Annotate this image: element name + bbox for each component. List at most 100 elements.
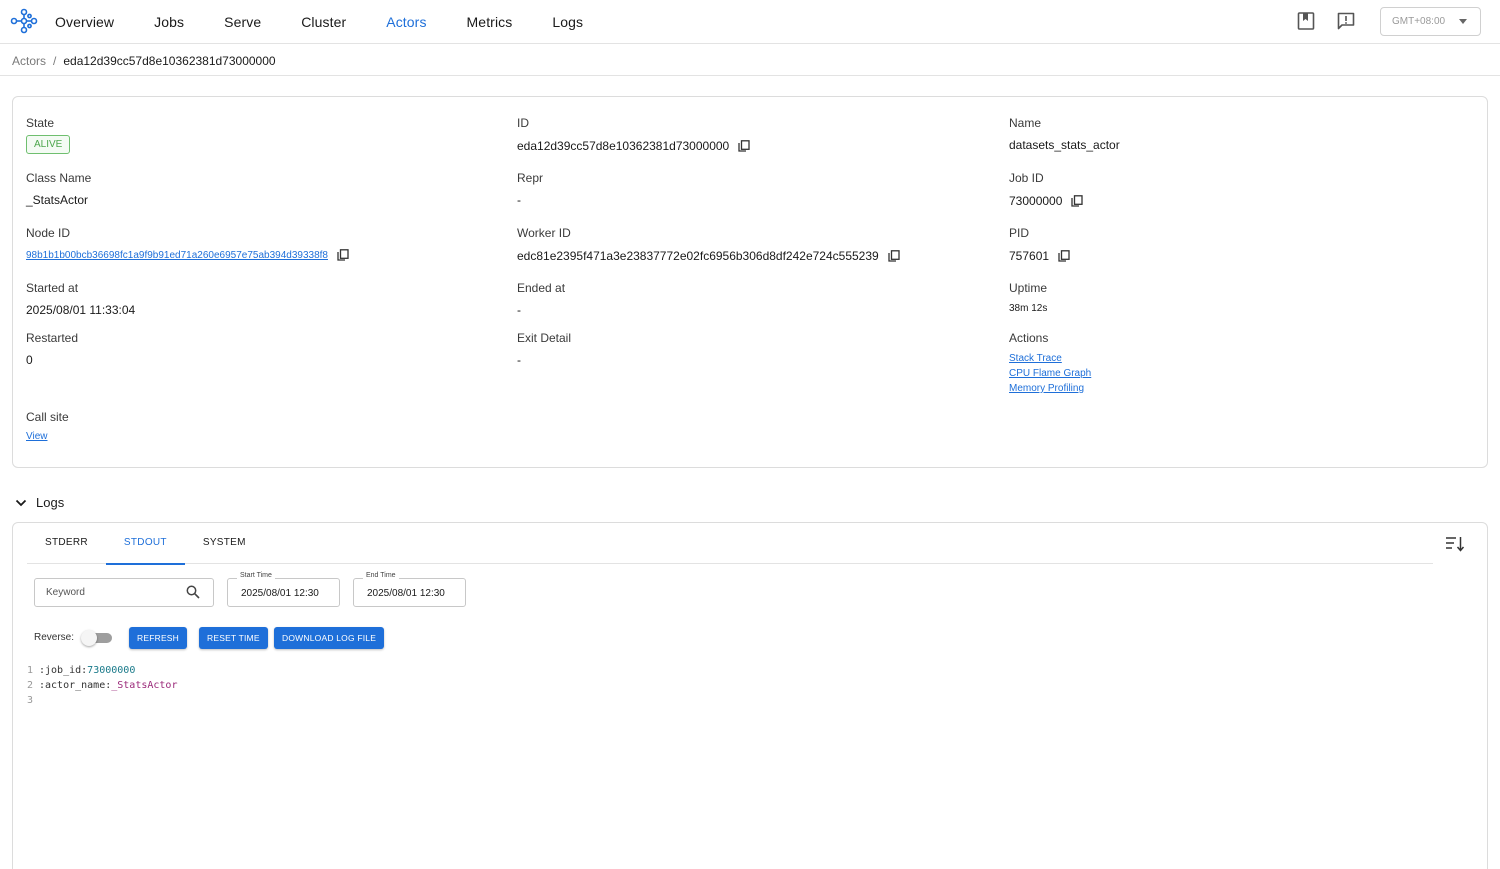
callsite-view-link[interactable]: View [26, 431, 48, 442]
name-value: datasets_stats_actor [1009, 138, 1120, 152]
reverse-label: Reverse: [34, 632, 75, 643]
worker-id-value: edc81e2395f471a3e23837772e02fc6956b306d8… [517, 249, 879, 263]
job-id-value: 73000000 [1009, 194, 1063, 208]
worker-id-value-wrap: edc81e2395f471a3e23837772e02fc6956b306d8… [517, 249, 900, 263]
breadcrumb-current: eda12d39cc57d8e10362381d73000000 [63, 54, 276, 68]
log-key: :actor_name: [39, 680, 112, 691]
logs-section-toggle[interactable]: Logs [14, 495, 64, 510]
state-label: State [26, 116, 55, 130]
pid-value-wrap: 757601 [1009, 249, 1070, 263]
refresh-button[interactable]: REFRESH [129, 627, 188, 649]
download-log-button[interactable]: DOWNLOAD LOG FILE [274, 627, 385, 649]
restarted-field: Restarted 0 [26, 331, 78, 367]
exit-detail-field: Exit Detail - [517, 331, 571, 367]
callsite-field: Call site View [26, 410, 69, 442]
nav-actors[interactable]: Actors [386, 14, 426, 30]
node-id-link[interactable]: 98b1b1b00bcb36698fc1a9f9b91ed71a260e6957… [26, 250, 328, 261]
id-field: ID eda12d39cc57d8e10362381d73000000 [517, 116, 750, 153]
log-output: 1 :job_id: 73000000 2 :actor_name: _Stat… [27, 663, 177, 708]
main-nav: Overview Jobs Serve Cluster Actors Metri… [55, 0, 623, 44]
log-line: 3 [27, 693, 177, 708]
line-number: 3 [27, 695, 34, 706]
callsite-value-wrap: View [26, 431, 69, 442]
ended-value: - [517, 303, 521, 317]
start-time-field[interactable]: Start Time 2025/08/01 12:30 [227, 572, 340, 607]
uptime-field: Uptime 38m 12s [1009, 281, 1047, 314]
tab-stdout[interactable]: STDOUT [105, 523, 185, 565]
id-label: ID [517, 116, 529, 130]
exit-detail-value: - [517, 353, 521, 367]
node-id-label: Node ID [26, 226, 71, 240]
restarted-value: 0 [26, 353, 33, 367]
node-id-value-wrap: 98b1b1b00bcb36698fc1a9f9b91ed71a260e6957… [26, 249, 349, 261]
chevron-down-icon [15, 499, 27, 506]
uptime-value: 38m 12s [1009, 303, 1048, 314]
start-time-value: 2025/08/01 12:30 [241, 588, 319, 599]
reset-time-button[interactable]: RESET TIME [199, 627, 268, 649]
log-value: 73000000 [87, 665, 136, 676]
cpu-flame-graph-link[interactable]: CPU Flame Graph [1009, 366, 1091, 381]
search-icon[interactable] [186, 585, 200, 599]
log-value: _StatsActor [111, 680, 178, 691]
logs-card: STDERR STDOUT SYSTEM Start Time 2025/08/… [12, 522, 1488, 869]
stack-trace-link[interactable]: Stack Trace [1009, 351, 1091, 366]
pid-label: PID [1009, 226, 1030, 240]
node-id-field: Node ID 98b1b1b00bcb36698fc1a9f9b91ed71a… [26, 226, 349, 261]
class-label: Class Name [26, 171, 92, 185]
worker-id-label: Worker ID [517, 226, 571, 240]
nav-cluster[interactable]: Cluster [301, 14, 346, 30]
nav-logs[interactable]: Logs [552, 14, 583, 30]
started-value: 2025/08/01 11:33:04 [26, 303, 136, 317]
copy-icon[interactable] [888, 250, 900, 262]
job-id-value-wrap: 73000000 [1009, 194, 1084, 208]
nav-overview[interactable]: Overview [55, 14, 114, 30]
ended-field: Ended at - [517, 281, 565, 317]
actions-label: Actions [1009, 331, 1049, 345]
line-number: 1 [27, 665, 34, 676]
class-value: _StatsActor [26, 193, 89, 207]
copy-icon[interactable] [738, 140, 750, 152]
copy-icon[interactable] [337, 249, 349, 261]
toggle-knob [81, 630, 97, 646]
job-id-label: Job ID [1009, 171, 1044, 185]
name-field: Name datasets_stats_actor [1009, 116, 1120, 152]
top-navigation-bar: Overview Jobs Serve Cluster Actors Metri… [0, 0, 1500, 44]
class-field: Class Name _StatsActor [26, 171, 91, 207]
state-value-wrap: ALIVE [26, 135, 71, 154]
end-time-field[interactable]: End Time 2025/08/01 12:30 [353, 572, 466, 607]
nav-jobs[interactable]: Jobs [154, 14, 184, 30]
log-key: :job_id: [39, 665, 88, 676]
docs-icon[interactable] [1296, 11, 1316, 31]
log-tabs: STDERR STDOUT SYSTEM [27, 523, 1433, 565]
feedback-icon[interactable] [1336, 11, 1356, 31]
sort-icon[interactable] [1445, 535, 1465, 553]
ended-label: Ended at [517, 281, 566, 295]
tab-system[interactable]: SYSTEM [185, 523, 264, 564]
nav-serve[interactable]: Serve [224, 14, 261, 30]
tab-stderr[interactable]: STDERR [27, 523, 106, 564]
repr-label: Repr [517, 171, 544, 185]
uptime-label: Uptime [1009, 281, 1048, 295]
repr-value: - [517, 193, 521, 207]
nav-metrics[interactable]: Metrics [467, 14, 513, 30]
status-badge: ALIVE [26, 135, 71, 154]
ray-logo-icon[interactable] [10, 7, 38, 35]
memory-profiling-link[interactable]: Memory Profiling [1009, 381, 1091, 396]
id-value-wrap: eda12d39cc57d8e10362381d73000000 [517, 139, 750, 153]
end-time-label: End Time [363, 572, 399, 579]
timezone-select[interactable]: GMT+08:00 [1380, 7, 1481, 36]
end-time-value: 2025/08/01 12:30 [367, 588, 445, 599]
chevron-down-icon [1459, 19, 1467, 24]
log-line: 1 :job_id: 73000000 [27, 663, 177, 678]
reverse-toggle[interactable] [81, 630, 112, 646]
copy-icon[interactable] [1071, 195, 1084, 207]
logs-title: Logs [36, 495, 65, 510]
callsite-label: Call site [26, 410, 69, 424]
actions-list: Stack Trace CPU Flame Graph Memory Profi… [1009, 351, 1091, 396]
copy-icon[interactable] [1058, 250, 1070, 262]
id-value: eda12d39cc57d8e10362381d73000000 [517, 139, 730, 153]
breadcrumb-actors-link[interactable]: Actors [12, 54, 46, 68]
repr-field: Repr - [517, 171, 543, 207]
restarted-label: Restarted [26, 331, 79, 345]
timezone-value: GMT+08:00 [1392, 16, 1446, 27]
